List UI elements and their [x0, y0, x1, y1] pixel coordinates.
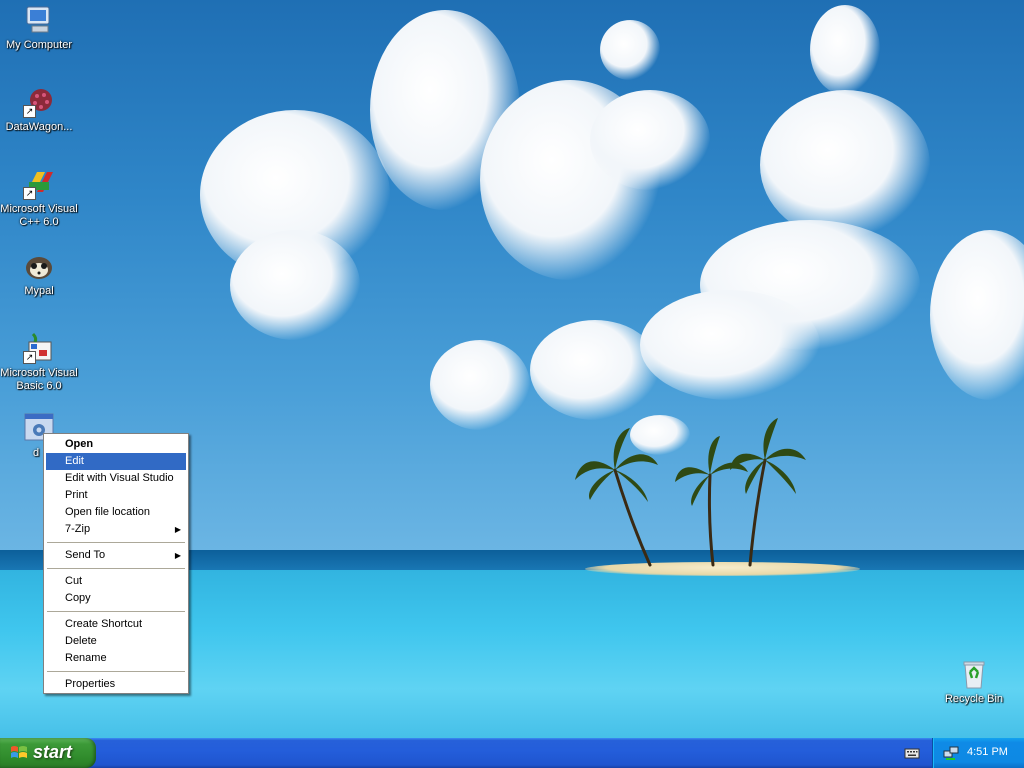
desktop-icon-recycle-bin[interactable]: Recycle Bin [934, 658, 1014, 706]
menu-item-print[interactable]: Print [46, 487, 186, 504]
shortcut-arrow-icon: ↗ [23, 105, 36, 118]
taskbar: start 4:51 PM [0, 738, 1024, 768]
menu-item-rename[interactable]: Rename [46, 650, 186, 667]
cloud [600, 20, 660, 80]
shortcut-arrow-icon: ↗ [23, 351, 36, 364]
menu-item-edit[interactable]: Edit [46, 453, 186, 470]
menu-item-edit-with-visual-studio[interactable]: Edit with Visual Studio [46, 470, 186, 487]
menu-separator [47, 542, 185, 543]
shortcut-arrow-icon: ↗ [23, 187, 36, 200]
desktop-icon-visual-basic[interactable]: ↗ Microsoft Visual Basic 6.0 [0, 332, 79, 393]
menu-item-copy[interactable]: Copy [46, 590, 186, 607]
menu-item-label: 7-Zip [65, 523, 91, 535]
menu-separator [47, 568, 185, 569]
windows-flag-icon [11, 746, 27, 758]
palm-trees [575, 418, 806, 567]
context-menu: Open Edit Edit with Visual Studio Print … [43, 433, 189, 694]
datawagon-icon: ↗ [23, 86, 55, 118]
my-computer-icon [23, 4, 55, 36]
menu-item-open-file-location[interactable]: Open file location [46, 504, 186, 521]
desktop-icon-mypal[interactable]: Mypal [0, 250, 79, 298]
desktop-icon-label: Microsoft Visual C++ 6.0 [0, 203, 78, 228]
desktop-icon-visual-cpp[interactable]: ↗ Microsoft Visual C++ 6.0 [0, 168, 79, 229]
menu-item-cut[interactable]: Cut [46, 573, 186, 590]
cloud [430, 340, 530, 430]
desktop-icon-label: Mypal [24, 285, 54, 297]
desktop-icon-label: My Computer [5, 39, 73, 51]
menu-item-open[interactable]: Open [46, 436, 186, 453]
menu-item-send-to[interactable]: Send To ▶ [46, 547, 186, 564]
clock[interactable]: 4:51 PM [967, 746, 1008, 758]
keyboard-icon[interactable] [904, 746, 920, 760]
menu-item-7zip[interactable]: 7-Zip ▶ [46, 521, 186, 538]
menu-item-create-shortcut[interactable]: Create Shortcut [46, 616, 186, 633]
mypal-icon [23, 250, 55, 282]
menu-item-properties[interactable]: Properties [46, 676, 186, 693]
cloud [760, 90, 930, 240]
submenu-arrow-icon: ▶ [174, 551, 181, 560]
system-tray: 4:51 PM [932, 738, 1024, 768]
desktop-icon-label: Microsoft Visual Basic 6.0 [0, 367, 78, 392]
desktop-icon-datawagon[interactable]: ↗ DataWagon... [0, 86, 79, 134]
menu-separator [47, 611, 185, 612]
menu-separator [47, 671, 185, 672]
cloud [810, 5, 880, 95]
menu-item-label: Send To [65, 549, 106, 561]
network-icon[interactable] [943, 745, 959, 761]
menu-item-delete[interactable]: Delete [46, 633, 186, 650]
cloud [230, 230, 360, 340]
visual-basic-icon: ↗ [23, 332, 55, 364]
cloud [590, 90, 710, 190]
recycle-bin-icon [958, 658, 990, 690]
cloud [640, 290, 820, 400]
start-button[interactable]: start [0, 738, 96, 768]
submenu-arrow-icon: ▶ [174, 525, 181, 534]
desktop-icon-label: DataWagon... [5, 121, 73, 133]
start-label: start [33, 742, 73, 762]
desktop-icon-my-computer[interactable]: My Computer [0, 4, 79, 52]
desktop-icon-label: Recycle Bin [944, 693, 1004, 705]
visual-cpp-icon: ↗ [23, 168, 55, 200]
